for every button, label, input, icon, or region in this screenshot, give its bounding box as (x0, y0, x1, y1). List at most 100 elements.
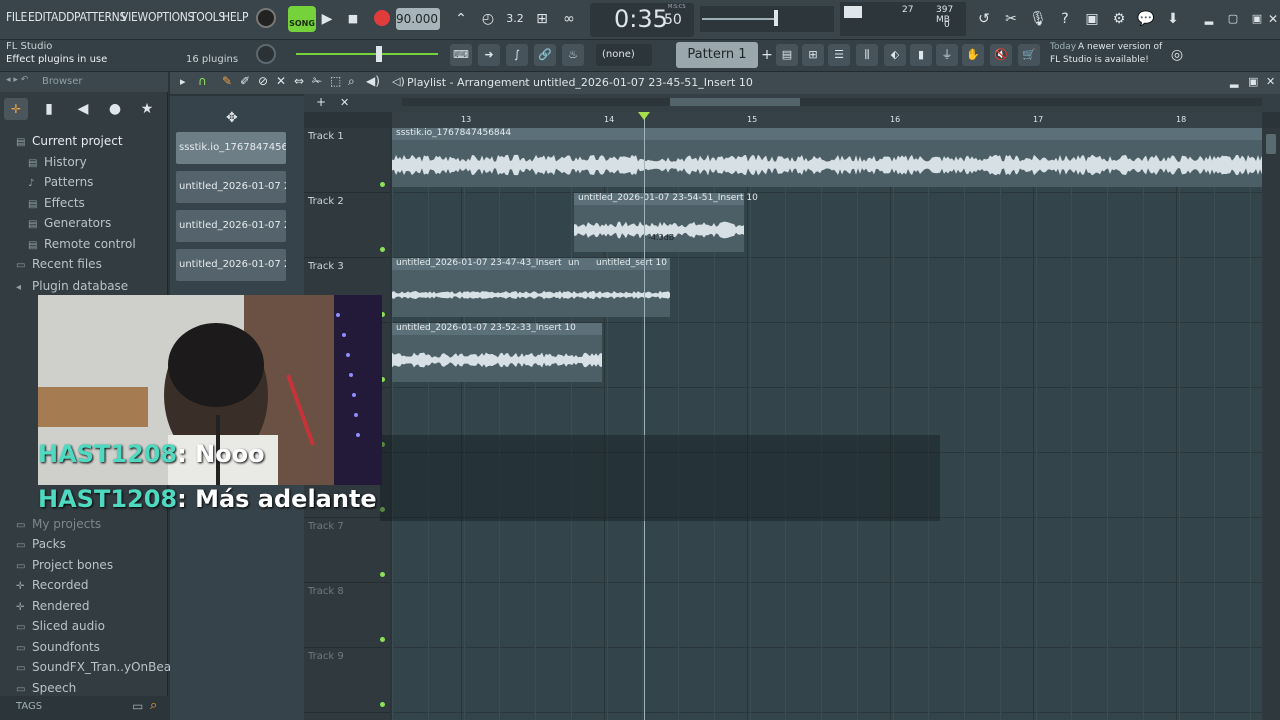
slice-icon[interactable]: ✁ (312, 74, 322, 88)
browser-item[interactable]: ◂ Plugin database (16, 279, 128, 293)
track-mute-led[interactable] (380, 182, 385, 187)
magnet-icon[interactable]: ∩ (198, 74, 207, 88)
globe-icon[interactable]: ◎ (1166, 44, 1188, 66)
master-pitch-handle[interactable] (376, 46, 382, 62)
folder-icon[interactable]: ▭ (132, 699, 143, 713)
metronome-icon[interactable]: ⌃ (450, 8, 472, 30)
zoom-icon[interactable]: ⌕ (348, 74, 355, 89)
mute-icon[interactable]: 🔇 (990, 44, 1012, 66)
browser-toggle-icon[interactable]: ▮ (910, 44, 932, 66)
menu-patterns[interactable]: PATTERNS (74, 10, 126, 24)
track-row[interactable] (392, 518, 1262, 583)
menu-file[interactable]: FILE (6, 10, 27, 24)
slip-icon[interactable]: ⇔ (294, 74, 304, 88)
playlist-minimize-icon[interactable]: ▂ (1230, 75, 1238, 88)
master-volume-knob[interactable] (256, 8, 276, 28)
playlist-maximize-icon[interactable]: ▣ (1248, 75, 1258, 88)
time-display[interactable]: 0:35 50 M:S:CS (590, 3, 694, 37)
help-icon[interactable]: ? (1054, 8, 1076, 30)
track-header[interactable]: Track 1 (304, 128, 390, 193)
select-icon[interactable]: ⬚ (330, 74, 341, 88)
mic-icon[interactable]: 🎙 (1027, 8, 1049, 30)
loop-record-icon[interactable]: ∞ (558, 8, 580, 30)
browser-item[interactable]: ▭ Sliced audio (16, 619, 105, 633)
browser-item[interactable]: ▭ Project bones (16, 558, 113, 572)
mixer-icon[interactable]: ⫼ (856, 44, 878, 66)
channel-rack-icon[interactable]: ⊞ (802, 44, 824, 66)
browser-item[interactable]: ♪ Patterns (28, 175, 93, 189)
window-icon[interactable]: ▢ (1222, 8, 1244, 30)
news-line2[interactable]: FL Studio is available! (1050, 55, 1149, 65)
stamp-icon[interactable]: ♨ (562, 44, 584, 66)
star-icon[interactable]: ★ (136, 98, 158, 120)
track-mute-led[interactable] (380, 572, 385, 577)
menu-view[interactable]: VIEW (121, 10, 148, 24)
all-files-icon[interactable]: ✛ (4, 98, 28, 120)
browser-item[interactable]: ▤ Remote control (28, 237, 136, 251)
audio-clip[interactable]: untitled_2026-01-07 23-47-43_Insert 10 (392, 258, 576, 317)
vertical-scrollbar[interactable] (1262, 128, 1280, 720)
playhead[interactable] (638, 112, 650, 720)
record-icon[interactable] (374, 10, 390, 26)
menu-add[interactable]: ADD (51, 10, 74, 24)
track-row[interactable] (392, 648, 1262, 713)
picker-clip[interactable]: untitled_2026-01-07 23-... (176, 249, 286, 281)
plug-icon[interactable]: ⏚ (936, 44, 958, 66)
audio-clip[interactable]: ssstik.io_1767847456844 (392, 128, 1262, 187)
track-mute-led[interactable] (380, 702, 385, 707)
browser-item[interactable]: ✛ Recorded (16, 578, 88, 592)
audio-clip[interactable]: untitled_2026-01-07 23-52-33_Insert 10 (392, 323, 602, 382)
master-pitch-bar[interactable] (296, 53, 438, 55)
track-row[interactable] (392, 193, 1262, 258)
browser-item[interactable]: ▭ Packs (16, 537, 66, 551)
picker-move-icon[interactable]: ✥ (226, 110, 238, 126)
browser-item[interactable]: ▭ My projects (16, 517, 101, 531)
browser-item[interactable]: ▭ Recent files (16, 257, 102, 271)
playlist-arrow-icon[interactable]: ▸ (180, 75, 186, 88)
track-header[interactable]: Track 9 (304, 648, 390, 713)
minimize-icon[interactable]: ▂ (1198, 8, 1220, 30)
cart-icon[interactable]: 🛒 (1018, 44, 1040, 66)
timeline-ruler[interactable]: 13 14 15 16 17 18 (392, 112, 1262, 128)
tempo-display[interactable]: 90.000 (396, 8, 440, 30)
menu-help[interactable]: HELP (222, 10, 249, 24)
picker-clip[interactable]: untitled_2026-01-07 23-... (176, 210, 286, 242)
cut-icon[interactable]: ✂ (1000, 8, 1022, 30)
undo-icon[interactable]: ↺ (973, 8, 995, 30)
pitch-knob[interactable] (256, 44, 276, 64)
close-icon[interactable]: ✕ (1262, 8, 1280, 30)
menu-edit[interactable]: EDIT (28, 10, 52, 24)
track-row[interactable] (392, 583, 1262, 648)
track-header[interactable]: Track 7 (304, 518, 390, 583)
speaker-icon[interactable]: ◀ (72, 98, 94, 120)
browser-item[interactable]: ▤ History (28, 155, 87, 169)
track-header[interactable]: Track 2 (304, 193, 390, 258)
curve-icon[interactable]: ∫ (506, 44, 528, 66)
piano-roll-icon[interactable]: ⌨ (450, 44, 472, 66)
song-mode-toggle[interactable]: SONG (288, 6, 316, 32)
arrangement-grid[interactable]: ssstik.io_1767847456844 untitled_2026-01-… (392, 128, 1262, 720)
brush-icon[interactable]: ✐ (240, 74, 250, 88)
main-pitch-slider[interactable] (700, 6, 834, 32)
menu-tools[interactable]: TOOLS (190, 10, 225, 24)
pencil-icon[interactable]: ✎ (222, 74, 232, 88)
search-icon[interactable]: ⌕ (150, 698, 157, 713)
plugin-picker-icon[interactable]: ⬖ (884, 44, 906, 66)
pattern-selector[interactable]: Pattern 1 (676, 42, 758, 68)
playback-icon[interactable]: ◀) (366, 74, 380, 88)
browser-nav-icon[interactable]: ◂ ▸ ↶ (6, 75, 28, 85)
browser-item[interactable]: ▭ Soundfonts (16, 640, 100, 654)
browser-item[interactable]: ✛ Rendered (16, 599, 89, 613)
time-scrollbar[interactable] (402, 98, 1262, 106)
add-track-icon[interactable]: + (316, 95, 326, 109)
chat-icon[interactable]: 💬 (1135, 8, 1157, 30)
browser-item[interactable]: ▤ Generators (28, 216, 111, 230)
track-mute-led[interactable] (380, 247, 385, 252)
collapse-icon[interactable]: ✕ (340, 96, 349, 109)
settings-icon[interactable]: ⚙ (1108, 8, 1130, 30)
arrow-icon[interactable]: ➜ (478, 44, 500, 66)
playhead-marker-icon[interactable] (638, 112, 650, 120)
delete-icon[interactable]: ⊘ (258, 74, 268, 88)
piano-roll-window-icon[interactable]: ☰ (828, 44, 850, 66)
stop-icon[interactable]: ■ (342, 8, 364, 30)
